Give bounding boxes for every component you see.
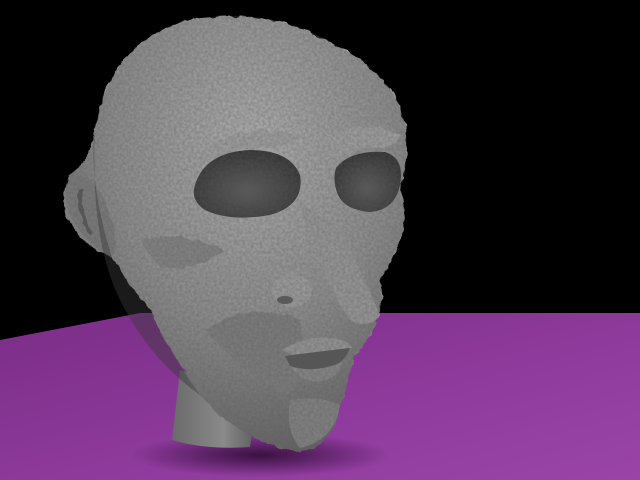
render-canvas xyxy=(0,15,640,480)
render-viewport xyxy=(0,0,640,480)
